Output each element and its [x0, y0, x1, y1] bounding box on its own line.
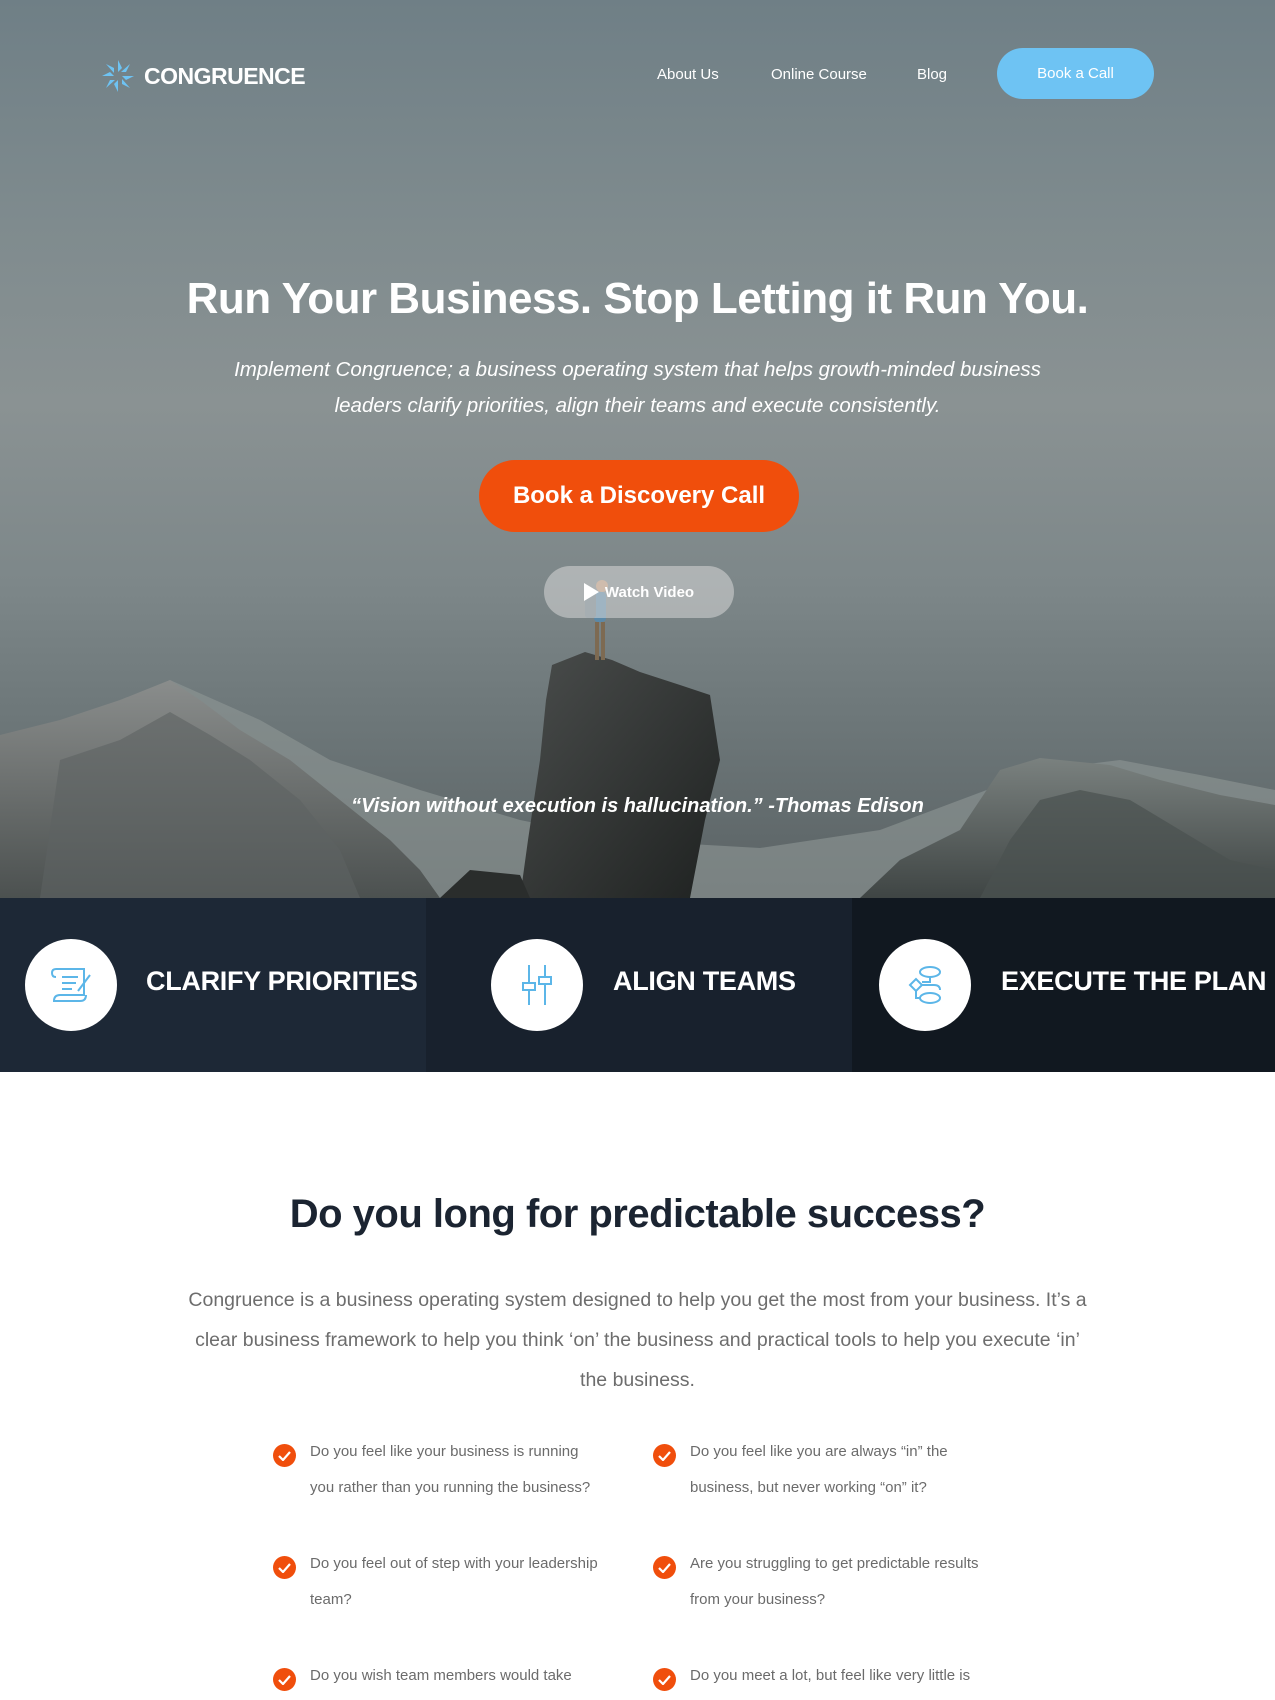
- main-navbar: CONGRUENCE About Us Online Course Blog B…: [0, 0, 1275, 150]
- nav-link-online-course[interactable]: Online Course: [771, 66, 867, 83]
- checkmark-icon: [653, 1668, 676, 1691]
- question-list-item: Do you feel like your business is runnin…: [273, 1434, 603, 1506]
- brand-logo[interactable]: CONGRUENCE: [100, 58, 306, 94]
- pillar-label: EXECUTE THE PLAN: [1001, 966, 1267, 996]
- checkmark-icon: [273, 1444, 296, 1467]
- sliders-icon: [491, 939, 583, 1031]
- pillar-label: ALIGN TEAMS: [613, 966, 796, 996]
- pillar-align-teams: ALIGN TEAMS: [426, 898, 852, 1072]
- question-list-item: Do you meet a lot, but feel like very li…: [653, 1658, 983, 1694]
- pillar-label: CLARIFY PRIORITIES: [146, 966, 418, 996]
- question-text: Do you feel like you are always “in” the…: [690, 1443, 948, 1496]
- question-text: Do you feel out of step with your leader…: [310, 1555, 598, 1608]
- question-text: Do you meet a lot, but feel like very li…: [690, 1667, 971, 1684]
- question-text: Do you feel like your business is runnin…: [310, 1443, 591, 1496]
- nav-link-blog[interactable]: Blog: [917, 66, 947, 83]
- pinwheel-logo-icon: [102, 60, 134, 92]
- hero-title: Run Your Business. Stop Letting it Run Y…: [186, 274, 1089, 323]
- checkmark-icon: [273, 1668, 296, 1691]
- question-list-item: Do you feel like you are always “in” the…: [653, 1434, 983, 1506]
- book-a-call-button[interactable]: Book a Call: [997, 48, 1154, 99]
- nav-link-about-us[interactable]: About Us: [657, 66, 719, 83]
- book-discovery-call-button[interactable]: Book a Discovery Call: [479, 460, 799, 532]
- play-icon: [583, 583, 599, 601]
- question-text: Do you wish team members would take: [310, 1667, 572, 1684]
- pillars-strip: CLARIFY PRIORITIES ALIGN TEAMS EXECUTE T…: [0, 898, 1275, 1072]
- section-title: Do you long for predictable success?: [289, 1192, 986, 1236]
- watch-video-button[interactable]: Watch Video: [544, 566, 734, 618]
- question-list-item: Are you struggling to get predictable re…: [653, 1546, 983, 1618]
- checkmark-icon: [653, 1444, 676, 1467]
- pillar-execute-the-plan: EXECUTE THE PLAN: [852, 898, 1275, 1072]
- brand-name: CONGRUENCE: [144, 62, 306, 89]
- checkmark-icon: [653, 1556, 676, 1579]
- question-list-item: Do you feel out of step with your leader…: [273, 1546, 603, 1618]
- watch-video-label: Watch Video: [604, 583, 695, 601]
- question-text: Are you struggling to get predictable re…: [690, 1555, 979, 1608]
- section-description: Congruence is a business operating syste…: [188, 1289, 1087, 1391]
- checkmark-icon: [273, 1556, 296, 1579]
- scroll-icon: [25, 939, 117, 1031]
- hero-quote: “Vision without execution is hallucinati…: [351, 795, 924, 817]
- flowchart-icon: [879, 939, 971, 1031]
- hero-subtitle: Implement Congruence; a business operati…: [234, 358, 1041, 417]
- question-list-item: Do you wish team members would take: [273, 1658, 603, 1694]
- pillar-clarify-priorities: CLARIFY PRIORITIES: [0, 898, 426, 1072]
- hero-section: CONGRUENCE About Us Online Course Blog B…: [0, 0, 1275, 898]
